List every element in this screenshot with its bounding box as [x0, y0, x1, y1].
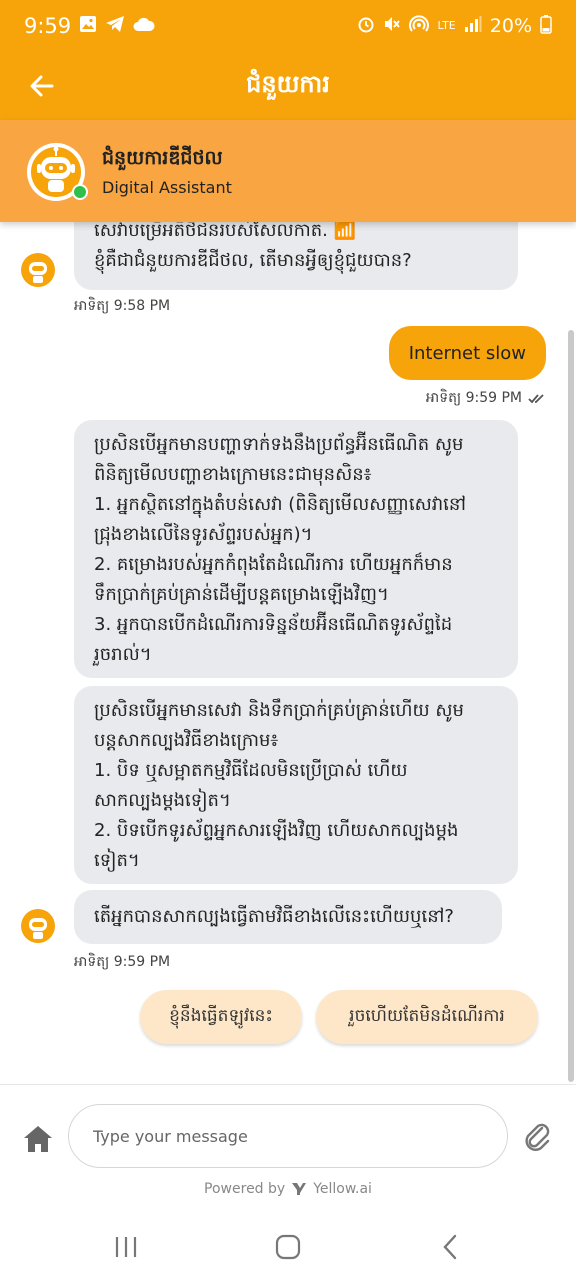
quick-reply-button[interactable]: រួចហើយតែមិនដំណើរការ	[316, 990, 538, 1044]
quick-reply-button[interactable]: ខ្ញុំនឹងធ្វើតឡូវនេះ	[140, 990, 302, 1044]
message-line: សេវាបម្រើអតិថិជនរបស់សែលកាត. 📶	[94, 222, 357, 241]
gallery-icon	[79, 15, 97, 38]
status-bar: 9:59 LTE 20%	[0, 0, 576, 52]
message-line: ពិនិត្យមើលបញ្ហាខាងក្រោមនេះជាមុនសិន៖	[94, 464, 372, 485]
message-line: បន្តសាកល្បងវិធីខាងក្រោម៖	[94, 730, 279, 751]
battery-icon	[540, 14, 552, 39]
back-button[interactable]	[22, 66, 62, 106]
paperclip-icon	[525, 1123, 550, 1151]
arrow-left-icon	[30, 75, 54, 97]
yellow-ai-logo-icon	[292, 1183, 307, 1195]
recents-icon	[115, 1237, 137, 1257]
powered-by: Powered by Yellow.ai	[0, 1181, 576, 1197]
message-line: 2. បិទបើកទូរស័ព្ទអ្នកសារឡើងវិញ ហើយសាកល្ប…	[94, 820, 459, 841]
robot-icon	[21, 253, 55, 287]
message-line: សាកល្បងម្តងទៀត។	[94, 790, 231, 811]
robot-icon	[21, 909, 55, 943]
bot-message: ប្រសិនបើអ្នកមានបញ្ហាទាក់ទងនឹងប្រព័ន្ធអ៊ី…	[74, 420, 518, 678]
battery-text: 20%	[489, 15, 532, 37]
message-input[interactable]	[68, 1104, 508, 1168]
message-line: 1. បិទ ឬសម្អាតកម្មវិធីដែលមិនប្រើប្រាស់ ហ…	[94, 760, 408, 781]
alarm-icon	[357, 15, 375, 38]
message-line: 3. អ្នកបានបើកដំណើរការទិន្នន័យអ៊ីនធើណិតទូ…	[94, 614, 453, 635]
powered-by-brand: Yellow.ai	[313, 1181, 372, 1197]
message-line: ទឹកប្រាក់គ្រប់គ្រាន់ដើម្បីបន្តគម្រោងឡើងវ…	[94, 584, 389, 605]
home-icon	[24, 1126, 52, 1152]
message-line: ប្រសិនបើអ្នកមានសេវា និងទឹកប្រាក់គ្រប់គ្រ…	[94, 700, 464, 721]
quick-reply-label: ខ្ញុំនឹងធ្វើតឡូវនេះ	[169, 1005, 273, 1026]
system-nav-bar	[0, 1210, 576, 1280]
message-line: ជ្រុងខាងលើនៃទូរស័ព្ទរបស់អ្នក)។	[94, 524, 313, 545]
chat-area[interactable]: សេវាបម្រើអតិថិជនរបស់សែលកាត. 📶 ខ្ញុំគឺជាជ…	[0, 222, 576, 1084]
double-check-icon	[528, 393, 544, 403]
user-message: Internet slow	[388, 326, 546, 380]
bot-message: ប្រសិនបើអ្នកមានសេវា និងទឹកប្រាក់គ្រប់គ្រ…	[74, 686, 518, 884]
message-line: រួចរាល់។	[94, 644, 152, 665]
app-bar: ជំនួយការ	[0, 52, 576, 120]
message-line: 1. អ្នកស្ថិតនៅក្នុងតំបន់សេវា (ពិនិត្យមើល…	[94, 494, 466, 515]
message-line: ទៀត។	[94, 850, 140, 871]
telegram-icon	[105, 15, 125, 38]
bot-message: សេវាបម្រើអតិថិជនរបស់សែលកាត. 📶 ខ្ញុំគឺជាជ…	[74, 222, 518, 290]
chevron-left-icon	[443, 1234, 457, 1260]
signal-icon	[464, 15, 482, 38]
attach-button[interactable]	[520, 1119, 556, 1155]
status-right: LTE 20%	[357, 14, 552, 39]
message-text: តើអ្នកបានសាកល្បងធ្វើតាមវិធីខាងលើនេះហើយឬន…	[94, 906, 454, 927]
mute-icon	[383, 15, 401, 38]
message-line: ខ្ញុំគឺជាជំនួយការឌីជីថល, តើមានអ្វីឲ្យខ្ញ…	[94, 250, 412, 271]
message-timestamp: អាទិត្យ 9:59 PM	[426, 388, 546, 409]
status-left: 9:59	[24, 14, 155, 38]
recent-apps-button[interactable]	[106, 1230, 146, 1264]
online-status-indicator	[72, 184, 88, 200]
message-timestamp: អាទិត្យ 9:58 PM	[74, 298, 171, 314]
message-text: Internet slow	[408, 342, 526, 364]
home-button[interactable]	[20, 1121, 56, 1157]
bot-header: ជំនួយការឌីជីថល Digital Assistant	[0, 120, 576, 222]
hotspot-icon	[409, 14, 430, 38]
bot-message: តើអ្នកបានសាកល្បងធ្វើតាមវិធីខាងលើនេះហើយឬន…	[74, 890, 502, 944]
message-line: ប្រសិនបើអ្នកមានបញ្ហាទាក់ទងនឹងប្រព័ន្ធអ៊ី…	[94, 434, 464, 455]
bot-subtitle: Digital Assistant	[102, 178, 232, 197]
cloud-icon	[133, 15, 155, 37]
status-time: 9:59	[24, 14, 72, 38]
message-composer: Powered by Yellow.ai	[0, 1084, 576, 1211]
home-circle-icon	[275, 1234, 301, 1260]
powered-by-label: Powered by	[204, 1181, 286, 1197]
message-timestamp: អាទិត្យ 9:59 PM	[74, 954, 171, 970]
bot-avatar-small	[20, 252, 56, 288]
message-line: 2. គម្រោងរបស់អ្នកកំពុងតែដំណើរការ ហើយអ្នក…	[94, 554, 453, 575]
quick-reply-label: រួចហើយតែមិនដំណើរការ	[349, 1005, 505, 1026]
lte-icon: LTE	[437, 19, 456, 32]
home-nav-button[interactable]	[268, 1230, 308, 1264]
back-nav-button[interactable]	[430, 1230, 470, 1264]
bot-name: ជំនួយការឌីជីថល	[102, 147, 223, 169]
page-title: ជំនួយការ	[246, 69, 330, 98]
chat-scrollbar[interactable]	[568, 330, 574, 1082]
bot-avatar-small	[20, 908, 56, 944]
